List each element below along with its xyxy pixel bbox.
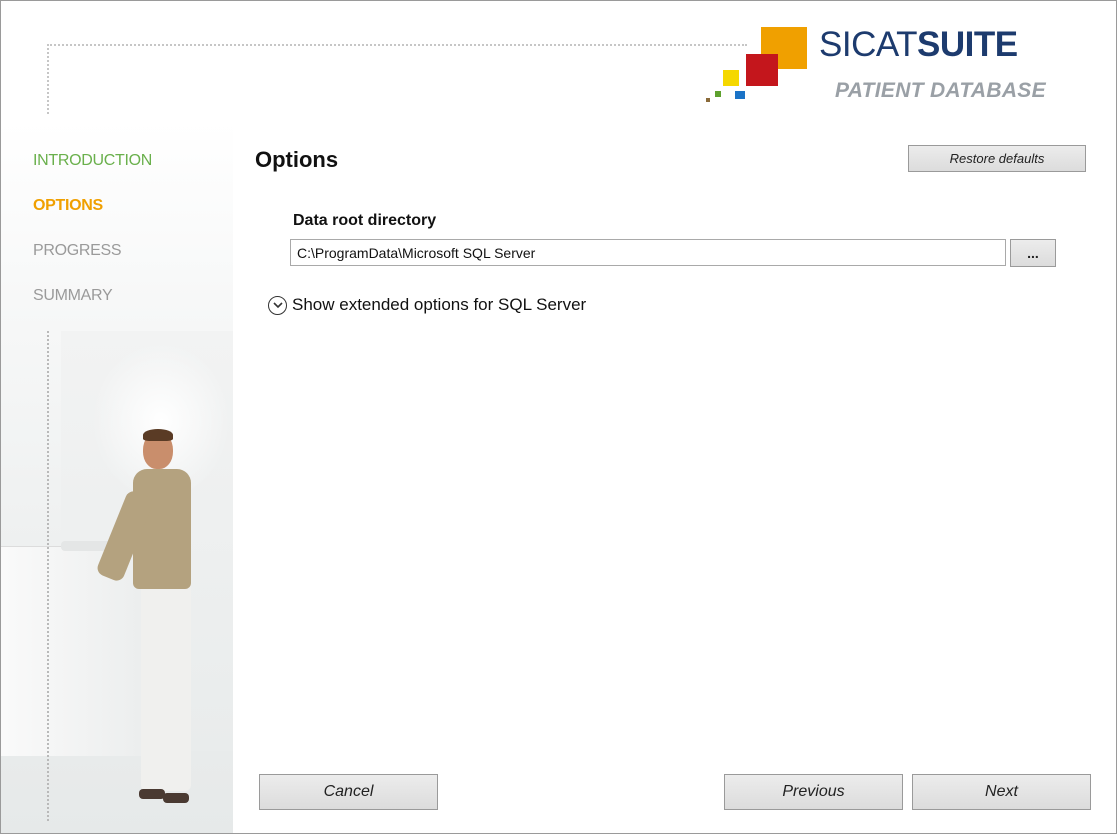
wizard-steps: INTRODUCTION OPTIONS PROGRESS SUMMARY [33, 151, 213, 331]
sidebar-dotted-line [47, 331, 49, 821]
sicat-logo-icon [701, 21, 811, 103]
logo-title-bold: SUITE [916, 25, 1018, 64]
header-dotted-line [47, 44, 747, 46]
next-button[interactable]: Next [912, 774, 1091, 810]
chevron-down-circle-icon [268, 295, 287, 315]
step-introduction[interactable]: INTRODUCTION [33, 151, 213, 196]
data-root-label: Data root directory [293, 212, 437, 229]
installer-window: SICATSUITE PATIENT DATABASE INTRODUCTION… [0, 0, 1117, 834]
browse-button[interactable]: ... [1010, 239, 1056, 267]
step-options[interactable]: OPTIONS [33, 196, 213, 241]
page-title: Options [255, 147, 339, 172]
step-progress: PROGRESS [33, 242, 122, 259]
restore-defaults-button[interactable]: Restore defaults [908, 145, 1086, 172]
extended-options-expander[interactable]: Show extended options for SQL Server [268, 295, 586, 315]
person-image [95, 421, 211, 811]
data-root-input[interactable] [290, 239, 1006, 266]
logo-subtitle: PATIENT DATABASE [835, 79, 1046, 102]
cancel-button[interactable]: Cancel [259, 774, 438, 810]
header-dotted-line-vertical [47, 44, 49, 114]
previous-button[interactable]: Previous [724, 774, 903, 810]
step-summary: SUMMARY [33, 287, 113, 304]
logo-title: SICATSUITE [819, 25, 1018, 65]
expander-label: Show extended options for SQL Server [292, 295, 587, 314]
logo-title-thin: SICAT [819, 25, 917, 64]
